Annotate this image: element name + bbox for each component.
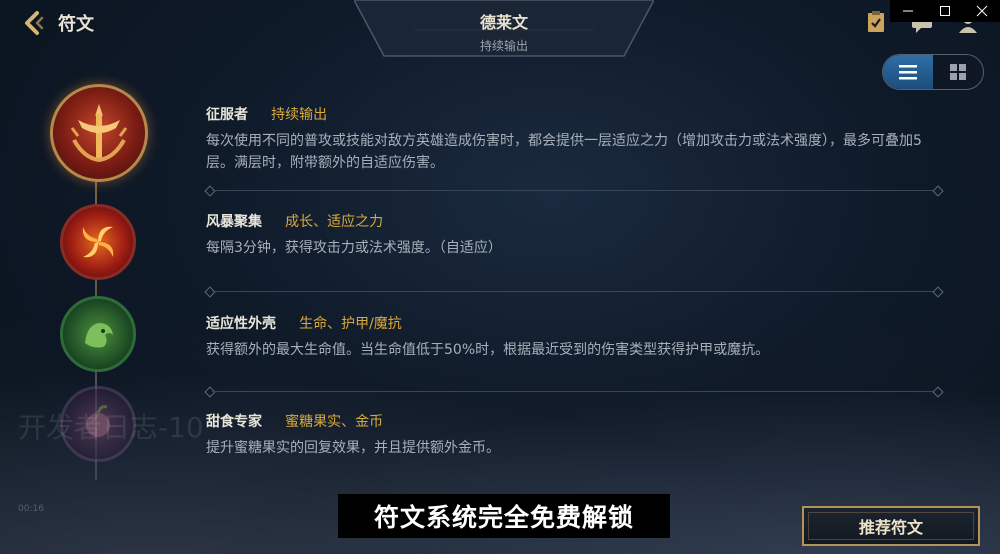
rune-tags: 蜜糖果实、金币 bbox=[285, 414, 384, 430]
rune-page-name: 持续输出 bbox=[479, 39, 528, 53]
rune-divider bbox=[204, 185, 944, 197]
rune-name: 征服者 bbox=[206, 107, 248, 123]
rune-entry-conqueror: 征服者 持续输出 每次使用不同的普攻或技能对敌方英雄造成伤害时，都会提供一层适应… bbox=[206, 104, 946, 174]
close-icon[interactable] bbox=[968, 0, 996, 22]
video-subtitle: 符文系统完全免费解锁 bbox=[338, 494, 670, 538]
rune-entry-sweet-tooth: 甜食专家 蜜糖果实、金币 提升蜜糖果实的回复效果，并且提供额外金币。 bbox=[206, 411, 946, 459]
rune-divider bbox=[204, 286, 944, 298]
rune-description: 每次使用不同的普攻或技能对敌方英雄造成伤害时，都会提供一层适应之力（增加攻击力或… bbox=[206, 133, 922, 171]
clipboard-check-icon[interactable] bbox=[864, 10, 888, 34]
rune-tags: 生命、护甲/魔抗 bbox=[299, 316, 402, 332]
rune-name: 甜食专家 bbox=[206, 414, 262, 430]
gathering-storm-rune-icon[interactable] bbox=[60, 204, 136, 280]
list-icon bbox=[899, 65, 917, 80]
rune-description: 提升蜜糖果实的回复效果，并且提供额外金币。 bbox=[206, 440, 500, 456]
video-watermark: 开发者日志-10 bbox=[18, 411, 204, 444]
maximize-icon[interactable] bbox=[931, 0, 959, 22]
page-title: 符文 bbox=[58, 14, 94, 35]
rune-description: 获得额外的最大生命值。当生命值低于50%时，根据最近受到的伤害类型获得护甲或魔抗… bbox=[206, 342, 770, 358]
rune-divider bbox=[204, 386, 944, 398]
hero-name: 德莱文 bbox=[479, 13, 528, 32]
rune-name: 适应性外壳 bbox=[206, 316, 276, 332]
minimize-icon[interactable] bbox=[894, 0, 922, 22]
view-toggle bbox=[882, 54, 984, 90]
rune-description: 每隔3分钟，获得攻击力或法术强度。（自适应） bbox=[206, 240, 502, 256]
conqueror-rune-icon[interactable] bbox=[50, 84, 148, 182]
rune-tags: 成长、适应之力 bbox=[285, 214, 384, 230]
rune-entry-adaptive-shell: 适应性外壳 生命、护甲/魔抗 获得额外的最大生命值。当生命值低于50%时，根据最… bbox=[206, 313, 946, 361]
window-controls bbox=[890, 0, 1000, 22]
grid-view-button[interactable] bbox=[933, 55, 983, 89]
top-left-bar: 符文 bbox=[18, 8, 94, 38]
adaptive-shell-rune-icon[interactable] bbox=[60, 296, 136, 372]
back-arrow-icon[interactable] bbox=[18, 8, 48, 38]
rune-tags: 持续输出 bbox=[271, 107, 328, 123]
recommend-runes-button[interactable]: 推荐符文 bbox=[802, 506, 980, 546]
rune-name: 风暴聚集 bbox=[206, 214, 262, 230]
video-timestamp: 00:16 bbox=[18, 504, 44, 514]
rune-entry-gathering-storm: 风暴聚集 成长、适应之力 每隔3分钟，获得攻击力或法术强度。（自适应） bbox=[206, 211, 946, 259]
rune-page-header: 德莱文 持续输出 bbox=[354, 0, 654, 58]
grid-icon bbox=[950, 64, 966, 80]
list-view-button[interactable] bbox=[883, 55, 933, 89]
